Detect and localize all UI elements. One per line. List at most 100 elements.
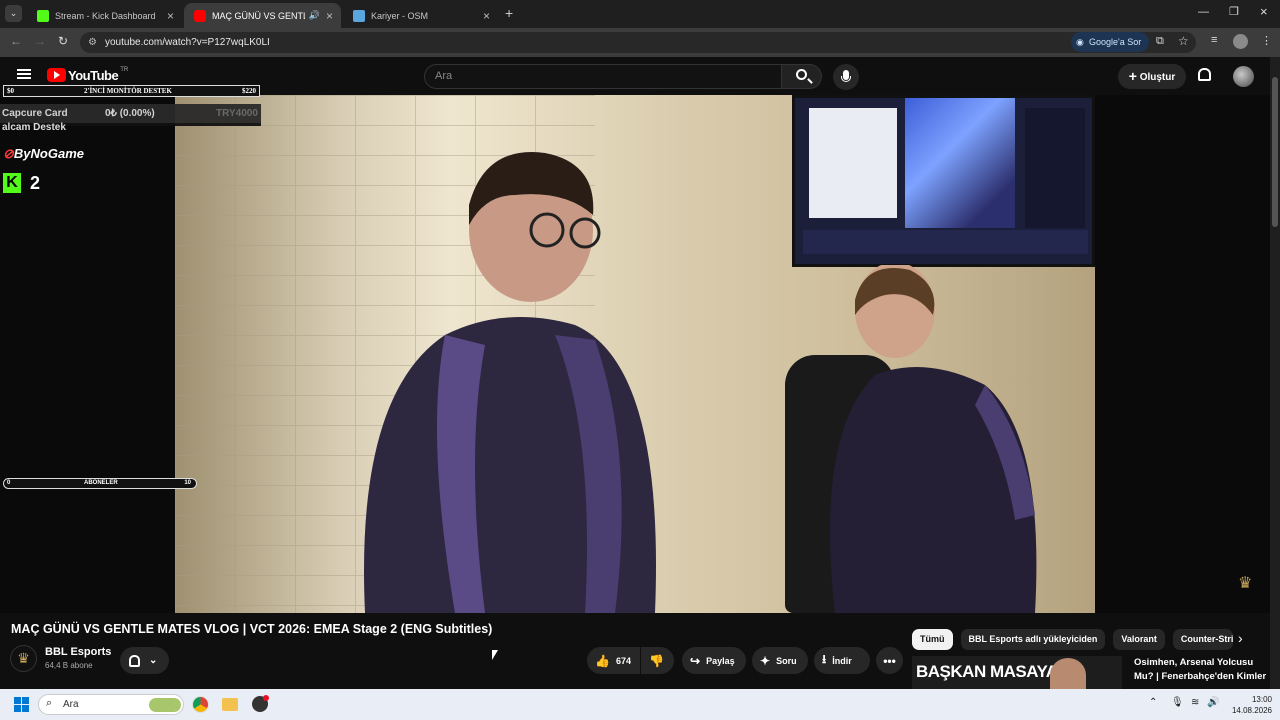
install-icon[interactable]: ⧉ bbox=[1156, 35, 1164, 48]
minimize-button[interactable]: — bbox=[1198, 6, 1209, 18]
kick-count: 2 bbox=[30, 172, 41, 193]
youtube-play-icon bbox=[47, 68, 66, 82]
profile-avatar[interactable] bbox=[1233, 34, 1248, 49]
share-button[interactable]: ↪ Paylaş bbox=[682, 647, 746, 674]
search-placeholder: Ara bbox=[435, 70, 453, 82]
tab-youtube-video[interactable]: MAÇ GÜNÜ VS GENTLE MA 🔊 × bbox=[184, 3, 341, 28]
reload-icon[interactable]: ↻ bbox=[58, 34, 68, 48]
youtube-logo[interactable]: YouTube TR bbox=[47, 67, 128, 83]
page-scrollbar[interactable] bbox=[1270, 57, 1280, 689]
thumbs-down-icon: 👎 bbox=[649, 653, 664, 668]
voice-search-button[interactable] bbox=[833, 64, 859, 90]
plus-icon: + bbox=[1128, 68, 1137, 84]
taskbar-clock[interactable]: 13:00 14.08.2026 bbox=[1224, 694, 1272, 716]
sub-goal-title: ABONELER bbox=[84, 480, 118, 486]
channel-avatar[interactable]: ♛ bbox=[10, 645, 37, 672]
create-button[interactable]: + Oluştur bbox=[1118, 64, 1186, 89]
goal-start: $0 bbox=[7, 87, 14, 95]
close-tab-icon[interactable]: × bbox=[167, 9, 174, 23]
app-notification-dot bbox=[263, 695, 269, 701]
site-info-icon[interactable]: ⚙ bbox=[88, 32, 97, 53]
windows-start-icon[interactable] bbox=[14, 697, 29, 712]
player-figure-left bbox=[364, 152, 656, 613]
chip-valorant[interactable]: Valorant bbox=[1113, 629, 1165, 650]
browser-menu-icon[interactable]: ⋮ bbox=[1261, 34, 1272, 47]
channel-name[interactable]: BBL Esports bbox=[45, 646, 111, 658]
tab-search-dropdown[interactable]: ⌄ bbox=[5, 5, 22, 22]
close-tab-icon[interactable]: × bbox=[326, 9, 333, 23]
chevron-down-icon: ⌄ bbox=[149, 655, 158, 666]
subscriber-goal-bar: 0 ABONELER 10 bbox=[3, 478, 197, 489]
like-count: 674 bbox=[615, 655, 631, 666]
speaker-icon[interactable]: 🔊 bbox=[309, 10, 320, 21]
bynogame-label: ByNoGame bbox=[13, 146, 84, 161]
bynogame-mark-icon: ⊘ bbox=[3, 146, 14, 161]
restore-button[interactable]: ❐ bbox=[1229, 5, 1239, 18]
bookmark-star-icon[interactable]: ☆ bbox=[1178, 34, 1189, 48]
close-tab-icon[interactable]: × bbox=[483, 9, 490, 23]
goal-title: 2'İNCİ MONİTÖR DESTEK bbox=[84, 87, 172, 95]
thumbs-up-icon: 👍 bbox=[595, 653, 610, 668]
more-actions-button[interactable]: ••• bbox=[876, 647, 903, 674]
recommendation-title-line-1[interactable]: Osimhen, Arsenal Yolcusu bbox=[1134, 657, 1253, 668]
download-button[interactable]: ⭳ İndir bbox=[814, 647, 870, 674]
more-icon: ••• bbox=[883, 653, 896, 668]
account-avatar[interactable] bbox=[1233, 66, 1254, 87]
capture-sub-label: alcam Destek bbox=[2, 122, 66, 133]
hamburger-menu-icon[interactable] bbox=[17, 69, 31, 79]
notifications-bell-icon[interactable] bbox=[1198, 68, 1211, 81]
windows-taskbar: ⌕ Ara ⌃ 🎙 ≋ 🔊 13:00 14.08.2026 bbox=[0, 689, 1280, 720]
lens-icon: ◉ bbox=[1076, 37, 1084, 47]
ask-label: Soru bbox=[776, 655, 797, 666]
share-label: Paylaş bbox=[706, 655, 735, 666]
back-icon[interactable]: ← bbox=[10, 34, 22, 48]
chip-all[interactable]: Tümü bbox=[912, 629, 953, 650]
taskbar-date: 14.08.2026 bbox=[1231, 706, 1272, 715]
youtube-logo-text: YouTube bbox=[68, 67, 119, 83]
ask-button[interactable]: ✦ Soru bbox=[752, 647, 808, 674]
tab-kariyer-osm[interactable]: Kariyer - OSM × bbox=[343, 3, 498, 28]
recommendation-thumbnail[interactable]: BAŞKAN MASAYA bbox=[912, 656, 1122, 689]
reading-list-icon[interactable]: ≡ bbox=[1211, 34, 1217, 46]
tab-kick-dashboard[interactable]: Stream - Kick Dashboard × bbox=[27, 3, 182, 28]
google-ask-button[interactable]: ◉ Google'a Sor bbox=[1071, 32, 1150, 52]
tray-chevron-icon[interactable]: ⌃ bbox=[1149, 697, 1157, 708]
google-ask-label: Google'a Sor bbox=[1089, 37, 1142, 47]
video-player[interactable]: ♛ bbox=[0, 95, 1270, 613]
subscription-bell-button[interactable]: ⌄ bbox=[120, 647, 169, 674]
taskbar-search-label: Ara bbox=[63, 699, 79, 710]
file-explorer-icon[interactable] bbox=[222, 698, 238, 711]
recommendation-title-line-2[interactable]: Mu? | Fenerbahçe'den Kimler bbox=[1134, 671, 1266, 682]
capture-card-label: Capcure Card bbox=[2, 108, 68, 119]
share-icon: ↪ bbox=[690, 653, 701, 668]
chrome-taskbar-icon[interactable] bbox=[192, 696, 209, 713]
tray-wifi-icon[interactable]: ≋ bbox=[1191, 697, 1199, 708]
browser-tab-bar: ⌄ Stream - Kick Dashboard × MAÇ GÜNÜ VS … bbox=[0, 0, 1280, 28]
new-tab-button[interactable]: + bbox=[505, 5, 513, 21]
capture-card-amount: 0₺ (0.00%) bbox=[105, 108, 155, 119]
search-input[interactable]: Ara bbox=[424, 64, 782, 89]
tray-mic-icon[interactable]: 🎙 bbox=[1171, 697, 1184, 708]
forward-icon[interactable]: → bbox=[34, 34, 46, 48]
like-button[interactable]: 👍 674 bbox=[587, 647, 640, 674]
capture-card-target: TRY4000 bbox=[216, 108, 258, 119]
search-button[interactable] bbox=[781, 64, 822, 89]
url-field[interactable]: ⚙ youtube.com/watch?v=P127wqLK0LI bbox=[80, 32, 1196, 53]
dislike-button[interactable]: 👎 bbox=[641, 647, 674, 674]
taskbar-search[interactable]: ⌕ Ara bbox=[38, 694, 184, 715]
tv-screen bbox=[792, 95, 1095, 267]
tab-label: MAÇ GÜNÜ VS GENTLE MA bbox=[212, 10, 305, 21]
close-window-button[interactable]: × bbox=[1260, 4, 1268, 19]
chip-from-uploader[interactable]: BBL Esports adlı yükleyiciden bbox=[960, 629, 1106, 650]
video-title: MAÇ GÜNÜ VS GENTLE MATES VLOG | VCT 2026… bbox=[11, 622, 493, 636]
player-figure-right bbox=[830, 265, 1037, 613]
chip-counter-strike[interactable]: Counter-Strik bbox=[1172, 629, 1233, 650]
sparkle-icon: ✦ bbox=[760, 653, 771, 668]
tray-volume-icon[interactable]: 🔊 bbox=[1207, 697, 1219, 708]
download-label: İndir bbox=[832, 655, 852, 666]
monitor-goal-bar: $0 2'İNCİ MONİTÖR DESTEK $220 bbox=[3, 85, 260, 97]
scrollbar-thumb[interactable] bbox=[1272, 77, 1278, 227]
chips-next-icon[interactable]: › bbox=[1238, 630, 1243, 646]
tab-label: Stream - Kick Dashboard bbox=[55, 10, 156, 21]
bynogame-logo: ⊘ByNoGame bbox=[3, 146, 84, 162]
